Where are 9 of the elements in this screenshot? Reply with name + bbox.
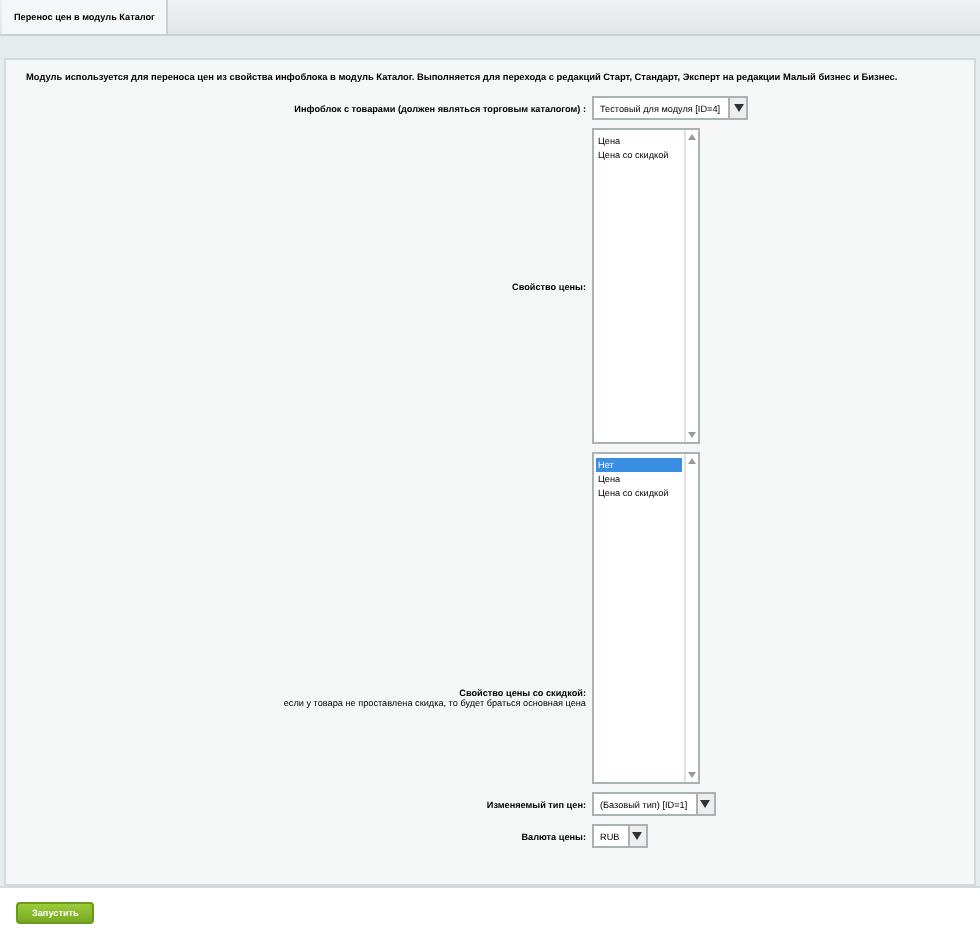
caret-icon (632, 832, 643, 840)
scrollbar[interactable] (684, 454, 698, 782)
scroll-up-icon (688, 458, 696, 464)
scroll-up-icon (688, 134, 696, 140)
caret-icon (733, 104, 744, 112)
caret-icon (700, 800, 711, 808)
scrollbar[interactable] (684, 130, 698, 442)
scroll-down-icon (688, 432, 696, 438)
scroll-down-icon (688, 772, 696, 778)
